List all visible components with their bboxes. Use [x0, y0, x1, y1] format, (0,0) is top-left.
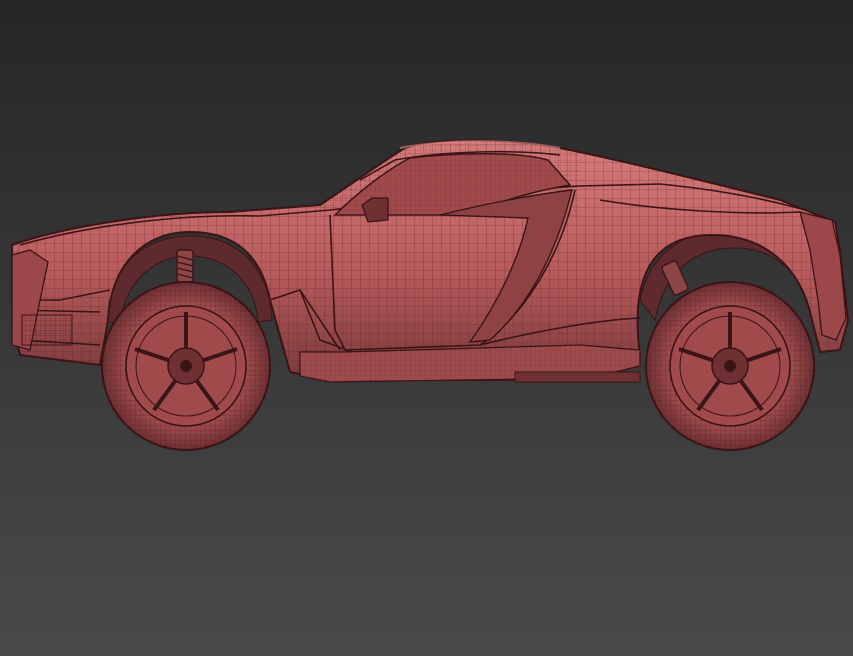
front-grille	[21, 314, 73, 346]
front-suspension	[176, 249, 194, 283]
viewport-canvas[interactable]	[0, 0, 853, 656]
step-rail	[514, 371, 641, 383]
3d-viewport[interactable]	[0, 0, 853, 656]
